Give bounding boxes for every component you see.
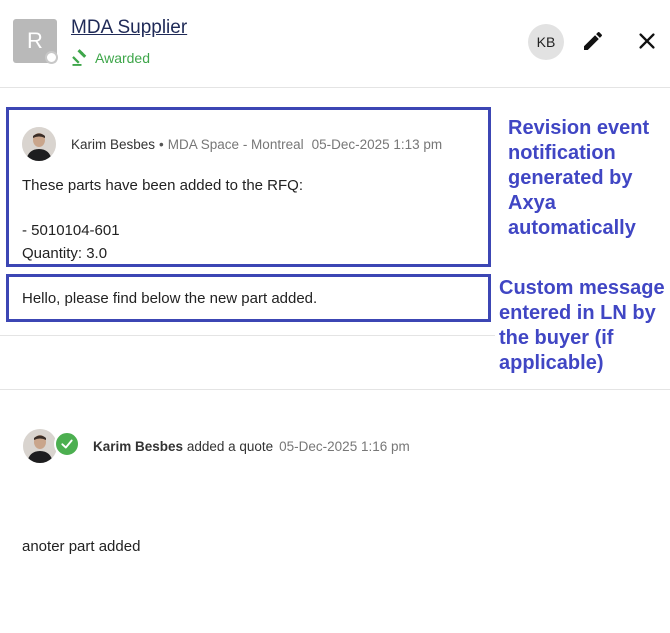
- revision-annotation-line: Axya: [508, 192, 556, 214]
- revision-annotation-line: Revision event: [508, 117, 650, 139]
- quote-meta: Karim Besbes added a quote 05-Dec-2025 1:…: [93, 439, 410, 454]
- quote-action: added a quote: [186, 439, 274, 454]
- event-author: Karim Besbes: [71, 137, 156, 152]
- close-button[interactable]: [634, 28, 660, 54]
- status-dot: [45, 51, 58, 64]
- custom-annotation: Custom message entered in LN by the buye…: [499, 276, 665, 376]
- meta-separator: •: [159, 137, 164, 152]
- author-avatar: [22, 127, 56, 161]
- custom-annotation-line: Custom message: [499, 277, 665, 299]
- event-meta: Karim Besbes • MDA Space - Montreal 05-Dec-…: [71, 137, 442, 152]
- awarded-label: Awarded: [95, 50, 151, 66]
- custom-annotation-line: entered in LN by: [499, 302, 656, 324]
- revision-annotation-line: automatically: [508, 217, 636, 239]
- user-initials: KB: [536, 34, 556, 50]
- custom-annotation-line: applicable): [499, 352, 604, 374]
- quote-message: anoter part added: [22, 538, 141, 555]
- event-line-3: Quantity: 3.0: [22, 245, 108, 262]
- check-icon: [61, 439, 73, 449]
- revision-annotation-line: generated by: [508, 167, 633, 189]
- edit-button[interactable]: [580, 28, 606, 54]
- divider: [0, 389, 670, 390]
- revision-annotation-line: notification: [508, 142, 616, 164]
- awarded-status: Awarded: [71, 49, 150, 67]
- user-avatar[interactable]: KB: [528, 24, 564, 60]
- supplier-name-link[interactable]: MDA Supplier: [71, 17, 187, 39]
- pencil-icon: [584, 31, 603, 50]
- quote-check-badge: [54, 431, 80, 457]
- custom-annotation-line: the buyer (if: [499, 327, 614, 349]
- supplier-avatar-letter: R: [27, 28, 43, 53]
- quote-timestamp: 05-Dec-2025 1:16 pm: [279, 439, 410, 454]
- person-photo-icon: [22, 127, 56, 161]
- event-line-1: These parts have been added to the RFQ:: [22, 177, 304, 194]
- person-photo-icon: [23, 429, 57, 463]
- revision-annotation: Revision event notification generated by…: [508, 116, 649, 241]
- quote-author: Karim Besbes: [93, 439, 184, 454]
- event-timestamp: 05-Dec-2025 1:13 pm: [311, 137, 443, 152]
- close-icon: [639, 33, 655, 49]
- event-line-2: - 5010104-601: [22, 222, 120, 239]
- gavel-icon: [72, 49, 87, 66]
- event-organization: MDA Space - Montreal: [167, 137, 304, 152]
- custom-message-text: Hello, please find below the new part ad…: [22, 290, 318, 307]
- quote-author-avatar: [23, 429, 57, 463]
- divider: [0, 335, 495, 336]
- panel-header: R MDA Supplier Awarded KB: [0, 0, 670, 88]
